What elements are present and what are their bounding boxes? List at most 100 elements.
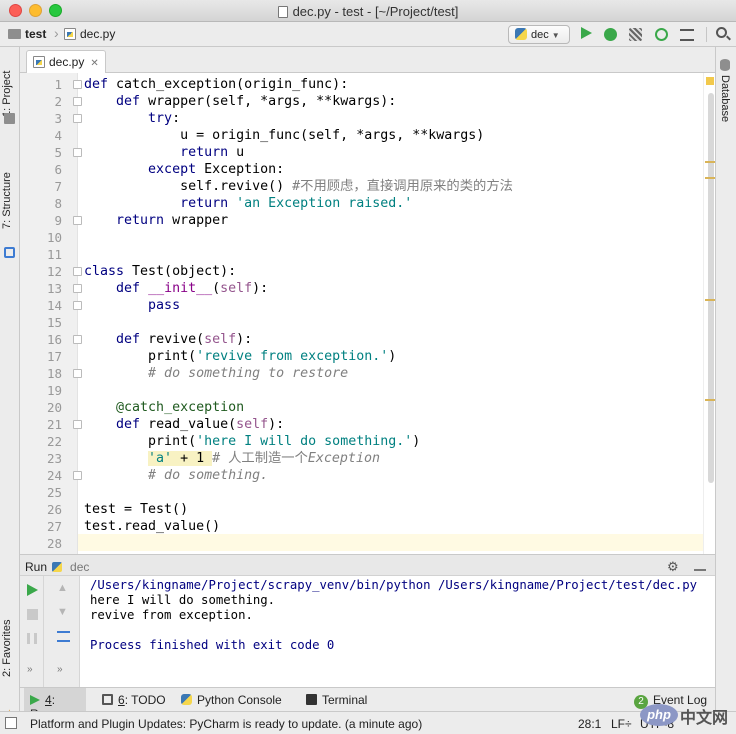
line-number: 23 (46, 451, 62, 466)
more-icon[interactable]: » (27, 664, 33, 675)
tool-window-project[interactable]: 1: Project (1, 57, 19, 117)
caret-position[interactable]: 28:1 (578, 717, 601, 731)
fold-marker-icon[interactable] (73, 301, 82, 310)
code-editor[interactable]: 1 2 3 4 5 6 7 8 9 10 11 12 13 14 15 16 1… (20, 73, 715, 554)
code-token: return (180, 196, 229, 211)
run-button[interactable] (581, 27, 597, 43)
warning-indicator-icon[interactable] (706, 77, 714, 85)
line-separator[interactable]: LF÷ (611, 717, 632, 731)
coverage-button[interactable] (629, 28, 645, 44)
line-number: 13 (46, 281, 62, 296)
line-number: 17 (46, 349, 62, 364)
fold-marker-icon[interactable] (73, 420, 82, 429)
breadcrumb-separator-icon: › (54, 25, 59, 41)
status-bar: Platform and Plugin Updates: PyCharm is … (0, 711, 736, 734)
code-token: self (220, 281, 253, 296)
right-tool-strip: Database (715, 47, 736, 711)
fold-marker-icon[interactable] (73, 216, 82, 225)
arrow-up-icon[interactable]: ▲ (57, 582, 68, 594)
fold-marker-icon[interactable] (73, 80, 82, 89)
error-stripe-mark[interactable] (705, 161, 715, 163)
editor-tab-label: dec.py (49, 55, 85, 69)
hide-panel-icon[interactable] (694, 559, 706, 571)
pause-icon[interactable] (27, 633, 37, 644)
close-icon[interactable]: ✕ (90, 58, 98, 69)
run-console-output[interactable]: /Users/kingname/Project/scrapy_venv/bin/… (80, 576, 715, 687)
editor-scrollbar[interactable] (703, 73, 715, 554)
code-line-27: test.read_value() (84, 518, 220, 535)
code-line-26: test = Test() (84, 501, 188, 518)
line-number: 25 (46, 485, 62, 500)
rerun-icon[interactable] (27, 584, 38, 596)
tool-window-favorites[interactable]: 2: Favorites (1, 597, 19, 677)
code-token: def (116, 281, 141, 296)
fold-marker-icon[interactable] (73, 284, 82, 293)
code-comment: Exception (307, 451, 380, 466)
fold-marker-icon[interactable] (73, 97, 82, 106)
error-stripe-mark[interactable] (705, 399, 715, 401)
editor-tab-dec-py[interactable]: dec.py ✕ (26, 50, 106, 73)
code-token: print( (148, 349, 197, 364)
profile-button[interactable] (655, 28, 671, 44)
more-icon[interactable]: » (57, 664, 63, 675)
code-token: print( (148, 434, 197, 449)
line-number: 27 (46, 519, 62, 534)
fold-marker-icon[interactable] (73, 369, 82, 378)
code-line-23: 'a' + 1 # 人工制造一个Exception (84, 450, 380, 467)
tool-tab-todo[interactable]: 6: TODO (96, 688, 172, 711)
error-stripe-mark[interactable] (705, 177, 715, 179)
code-line-24: # do something. (84, 467, 268, 484)
run-icon (581, 27, 592, 39)
tool-tab-todo-number: 6 (118, 693, 125, 707)
line-number: 11 (46, 247, 62, 262)
python-file-icon (64, 28, 76, 40)
code-token: test.read_value() (84, 519, 221, 534)
toggle-tool-windows-icon[interactable] (5, 717, 17, 729)
console-line: revive from exception. (90, 608, 253, 622)
code-line-3: try: (84, 110, 180, 127)
fold-marker-icon[interactable] (73, 114, 82, 123)
build-button[interactable] (680, 29, 696, 45)
soft-wrap-icon[interactable] (57, 631, 70, 642)
scrollbar-thumb[interactable] (708, 93, 714, 483)
breadcrumb-project[interactable]: test (8, 27, 46, 41)
tool-window-bar: 4: Run 6: TODO Python Console Terminal 2… (20, 687, 715, 721)
search-icon[interactable] (716, 27, 727, 38)
code-line-17: print('revive from exception.') (84, 348, 396, 365)
tool-tab-python-console[interactable]: Python Console (175, 688, 288, 711)
breadcrumb-file[interactable]: dec.py (64, 27, 115, 41)
code-token: wrapper (164, 213, 229, 228)
code-comment: #不用顾虑，直接调用原来的类的方法 (292, 179, 513, 194)
tool-window-structure[interactable]: 7: Structure (1, 149, 19, 229)
code-token: u (228, 145, 245, 160)
tool-tab-terminal[interactable]: Terminal (300, 688, 373, 711)
code-token: def (116, 332, 141, 347)
code-line-8: return 'an Exception raised.' (84, 195, 412, 212)
run-panel-header: Run dec ⚙ (20, 554, 715, 576)
arrow-down-icon[interactable]: ▼ (57, 606, 68, 618)
line-number: 28 (46, 536, 62, 551)
tool-tab-run[interactable]: 4: Run (24, 688, 86, 721)
gear-icon[interactable]: ⚙ (667, 559, 679, 575)
fold-marker-icon[interactable] (73, 471, 82, 480)
fold-marker-icon[interactable] (73, 267, 82, 276)
code-token: Exception: (196, 162, 285, 177)
window-title: dec.py - test - [~/Project/test] (0, 4, 736, 19)
line-number: 9 (54, 213, 62, 228)
tool-tab-todo-label: : TODO (124, 693, 166, 707)
stop-icon[interactable] (27, 609, 38, 620)
code-token: catch_exception(origin_func): (108, 77, 349, 92)
code-line-21: def read_value(self): (84, 416, 284, 433)
status-message[interactable]: Platform and Plugin Updates: PyCharm is … (30, 717, 422, 731)
fold-marker-icon[interactable] (73, 335, 82, 344)
run-panel-config[interactable]: dec (70, 560, 89, 574)
left-tool-strip: 1: Project 7: Structure 2: Favorites ★ (0, 47, 20, 720)
code-line-18: # do something to restore (84, 365, 348, 382)
error-stripe-mark[interactable] (705, 299, 715, 301)
debug-button[interactable] (604, 28, 620, 44)
tool-window-database[interactable]: Database (719, 59, 731, 122)
run-configuration-select[interactable]: dec ▼ (508, 25, 570, 44)
fold-marker-icon[interactable] (73, 148, 82, 157)
run-toolbar-secondary: ▲ ▼ » (44, 576, 80, 687)
watermark-site: 中文网 (680, 710, 729, 727)
